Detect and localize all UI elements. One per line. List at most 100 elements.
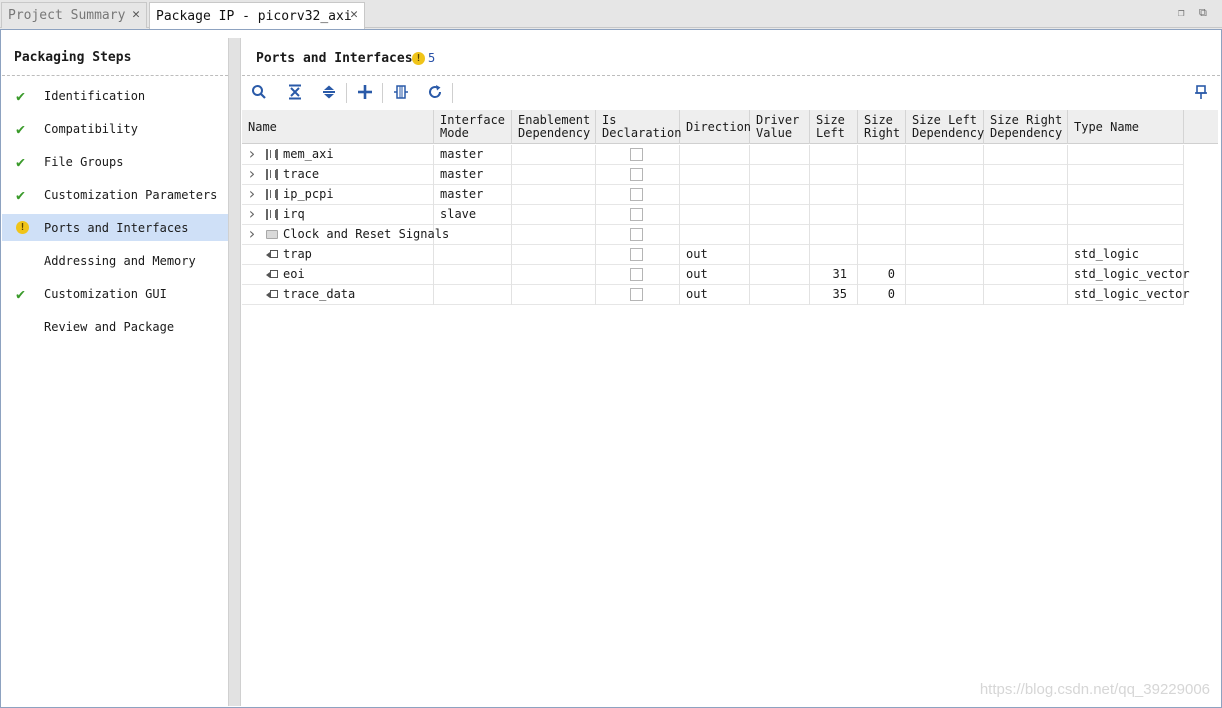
direction-cell — [680, 185, 750, 205]
port-name: trace_data — [283, 287, 356, 301]
add-icon[interactable] — [356, 84, 374, 102]
is-declaration-checkbox[interactable] — [630, 148, 643, 161]
step-label: Customization GUI — [44, 286, 167, 301]
section-header: Ports and Interfaces ! 5 — [242, 38, 1220, 76]
column-header[interactable]: Enablement Dependency — [512, 110, 596, 144]
size-left-cell — [810, 205, 858, 225]
is-declaration-checkbox[interactable] — [630, 268, 643, 281]
size-left-dependency-cell — [906, 265, 984, 285]
folder-icon — [266, 230, 278, 239]
is-declaration-checkbox[interactable] — [630, 288, 643, 301]
warning-icon: ! — [16, 220, 32, 236]
name-cell: trace_data — [242, 285, 434, 305]
chevron-right-icon[interactable]: › — [247, 145, 257, 163]
type-name-cell — [1068, 185, 1184, 205]
is-declaration-checkbox[interactable] — [630, 168, 643, 181]
step-customization-gui[interactable]: ✔ Customization GUI — [2, 280, 228, 307]
table-row[interactable]: › ip_pcpi master — [242, 185, 1184, 205]
table-row[interactable]: › mem_axi master — [242, 145, 1184, 165]
step-ports-and-interfaces[interactable]: ! Ports and Interfaces — [2, 214, 228, 241]
interface-mode-cell — [434, 285, 512, 305]
size-right-cell — [858, 185, 906, 205]
table-row[interactable]: › irq slave — [242, 205, 1184, 225]
step-label: Review and Package — [44, 319, 175, 334]
column-header[interactable]: Direction — [680, 110, 751, 144]
maximize-icon[interactable]: ⧉ — [1199, 6, 1213, 19]
column-header[interactable]: Size Left — [810, 110, 858, 144]
refresh-icon[interactable] — [426, 84, 444, 102]
name-cell: › trace — [242, 165, 434, 185]
size-left-dependency-cell — [906, 165, 984, 185]
table-row[interactable]: trace_data out 35 0 std_logic_vector — [242, 285, 1190, 305]
column-header[interactable]: Driver Value — [750, 110, 810, 144]
toolbar — [242, 77, 1220, 109]
table-row[interactable]: trap out std_logic — [242, 245, 1184, 265]
table-row[interactable]: eoi out 31 0 std_logic_vector — [242, 265, 1190, 285]
is-declaration-cell — [596, 225, 680, 245]
close-icon[interactable]: ✕ — [132, 7, 140, 22]
section-title: Ports and Interfaces — [256, 51, 413, 66]
step-file-groups[interactable]: ✔ File Groups — [2, 148, 228, 175]
is-declaration-checkbox[interactable] — [630, 248, 643, 261]
is-declaration-checkbox[interactable] — [630, 208, 643, 221]
check-icon: ✔ — [16, 119, 26, 138]
name-cell: › ip_pcpi — [242, 185, 434, 205]
is-declaration-cell — [596, 265, 680, 285]
is-declaration-cell — [596, 185, 680, 205]
bus-interface-icon — [266, 169, 278, 180]
port-name: irq — [283, 207, 305, 221]
table-row[interactable]: › trace master — [242, 165, 1184, 185]
pin-icon[interactable] — [1192, 84, 1210, 102]
step-identification[interactable]: ✔ Identification — [2, 82, 228, 109]
restore-icon[interactable]: ❐ — [1178, 6, 1192, 19]
is-declaration-cell — [596, 245, 680, 265]
warning-count[interactable]: 5 — [428, 51, 435, 65]
search-icon[interactable] — [250, 84, 268, 102]
driver-value-cell — [750, 185, 810, 205]
step-compatibility[interactable]: ✔ Compatibility — [2, 115, 228, 142]
step-review-and-package[interactable]: Review and Package — [2, 313, 228, 340]
expand-all-icon[interactable] — [320, 84, 338, 102]
table-row[interactable]: › Clock and Reset Signals — [242, 225, 1184, 245]
column-header[interactable]: Type Name — [1068, 110, 1184, 144]
chevron-right-icon[interactable]: › — [247, 225, 257, 243]
status-empty — [16, 253, 32, 269]
column-header[interactable]: Size Right — [858, 110, 906, 144]
interface-mode-cell: master — [434, 185, 512, 205]
panel-title: Packaging Steps — [2, 38, 228, 76]
step-addressing-and-memory[interactable]: Addressing and Memory — [2, 247, 228, 274]
column-header[interactable]: Size Left Dependency — [906, 110, 984, 144]
is-declaration-checkbox[interactable] — [630, 188, 643, 201]
column-header[interactable]: Name — [242, 110, 434, 144]
tab-project-summary[interactable]: Project Summary ✕ — [1, 2, 147, 28]
close-icon[interactable]: ✕ — [350, 7, 358, 22]
column-header[interactable]: Is Declaration — [596, 110, 681, 144]
check-icon: ✔ — [16, 284, 26, 303]
tab-package-ip[interactable]: Package IP - picorv32_axi ✕ — [149, 2, 365, 29]
is-declaration-cell — [596, 285, 680, 305]
warning-icon[interactable]: ! — [412, 52, 425, 65]
type-name-cell — [1068, 145, 1184, 165]
port-icon — [266, 250, 278, 258]
type-name-cell: std_logic — [1068, 245, 1184, 265]
column-header[interactable]: Size Right Dependency — [984, 110, 1068, 144]
bus-interface-icon[interactable] — [392, 84, 410, 102]
collapse-all-icon[interactable] — [286, 84, 304, 102]
port-name: ip_pcpi — [283, 187, 334, 201]
driver-value-cell — [750, 165, 810, 185]
chevron-right-icon[interactable]: › — [247, 185, 257, 203]
size-left-cell — [810, 225, 858, 245]
port-name: mem_axi — [283, 147, 334, 161]
size-left-dependency-cell — [906, 205, 984, 225]
is-declaration-checkbox[interactable] — [630, 228, 643, 241]
enablement-dependency-cell — [512, 145, 596, 165]
size-left-dependency-cell — [906, 145, 984, 165]
driver-value-cell — [750, 245, 810, 265]
column-header[interactable]: Interface Mode — [434, 110, 512, 144]
chevron-right-icon[interactable]: › — [247, 205, 257, 223]
splitter[interactable] — [228, 38, 241, 706]
chevron-right-icon[interactable]: › — [247, 165, 257, 183]
step-customization-parameters[interactable]: ✔ Customization Parameters — [2, 181, 228, 208]
interface-mode-cell — [434, 245, 512, 265]
size-right-cell: 0 — [858, 265, 906, 285]
